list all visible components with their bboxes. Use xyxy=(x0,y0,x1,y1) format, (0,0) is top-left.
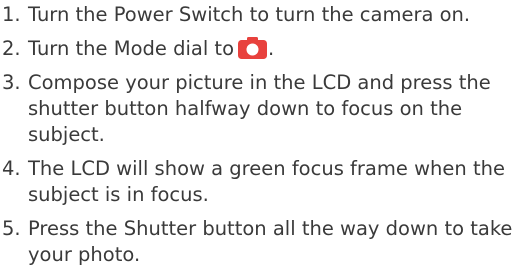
step-1: 1. Turn the Power Switch to turn the cam… xyxy=(0,2,529,28)
step-3: 3. Compose your picture in the LCD and p… xyxy=(0,70,529,148)
step-text: The LCD will show a green focus frame wh… xyxy=(28,157,505,206)
step-text: Press the Shutter button all the way dow… xyxy=(28,217,513,266)
step-4: 4. The LCD will show a green focus frame… xyxy=(0,156,529,208)
step-number: 2. xyxy=(2,37,21,60)
step-text-after: . xyxy=(268,37,275,60)
step-text: Compose your picture in the LCD and pres… xyxy=(28,71,491,146)
camera-icon xyxy=(238,37,268,59)
step-text: Turn the Power Switch to turn the camera… xyxy=(28,3,471,26)
step-number: 5. xyxy=(2,217,21,240)
step-number: 3. xyxy=(2,71,21,94)
step-number: 1. xyxy=(2,3,21,26)
step-5: 5. Press the Shutter button all the way … xyxy=(0,216,529,268)
step-text-before: Turn the Mode dial to xyxy=(28,37,235,60)
instruction-steps: 1. Turn the Power Switch to turn the cam… xyxy=(0,2,529,276)
step-text: Turn the Mode dial to. xyxy=(28,36,529,62)
step-2: 2. Turn the Mode dial to. xyxy=(0,36,529,62)
step-number: 4. xyxy=(2,157,21,180)
